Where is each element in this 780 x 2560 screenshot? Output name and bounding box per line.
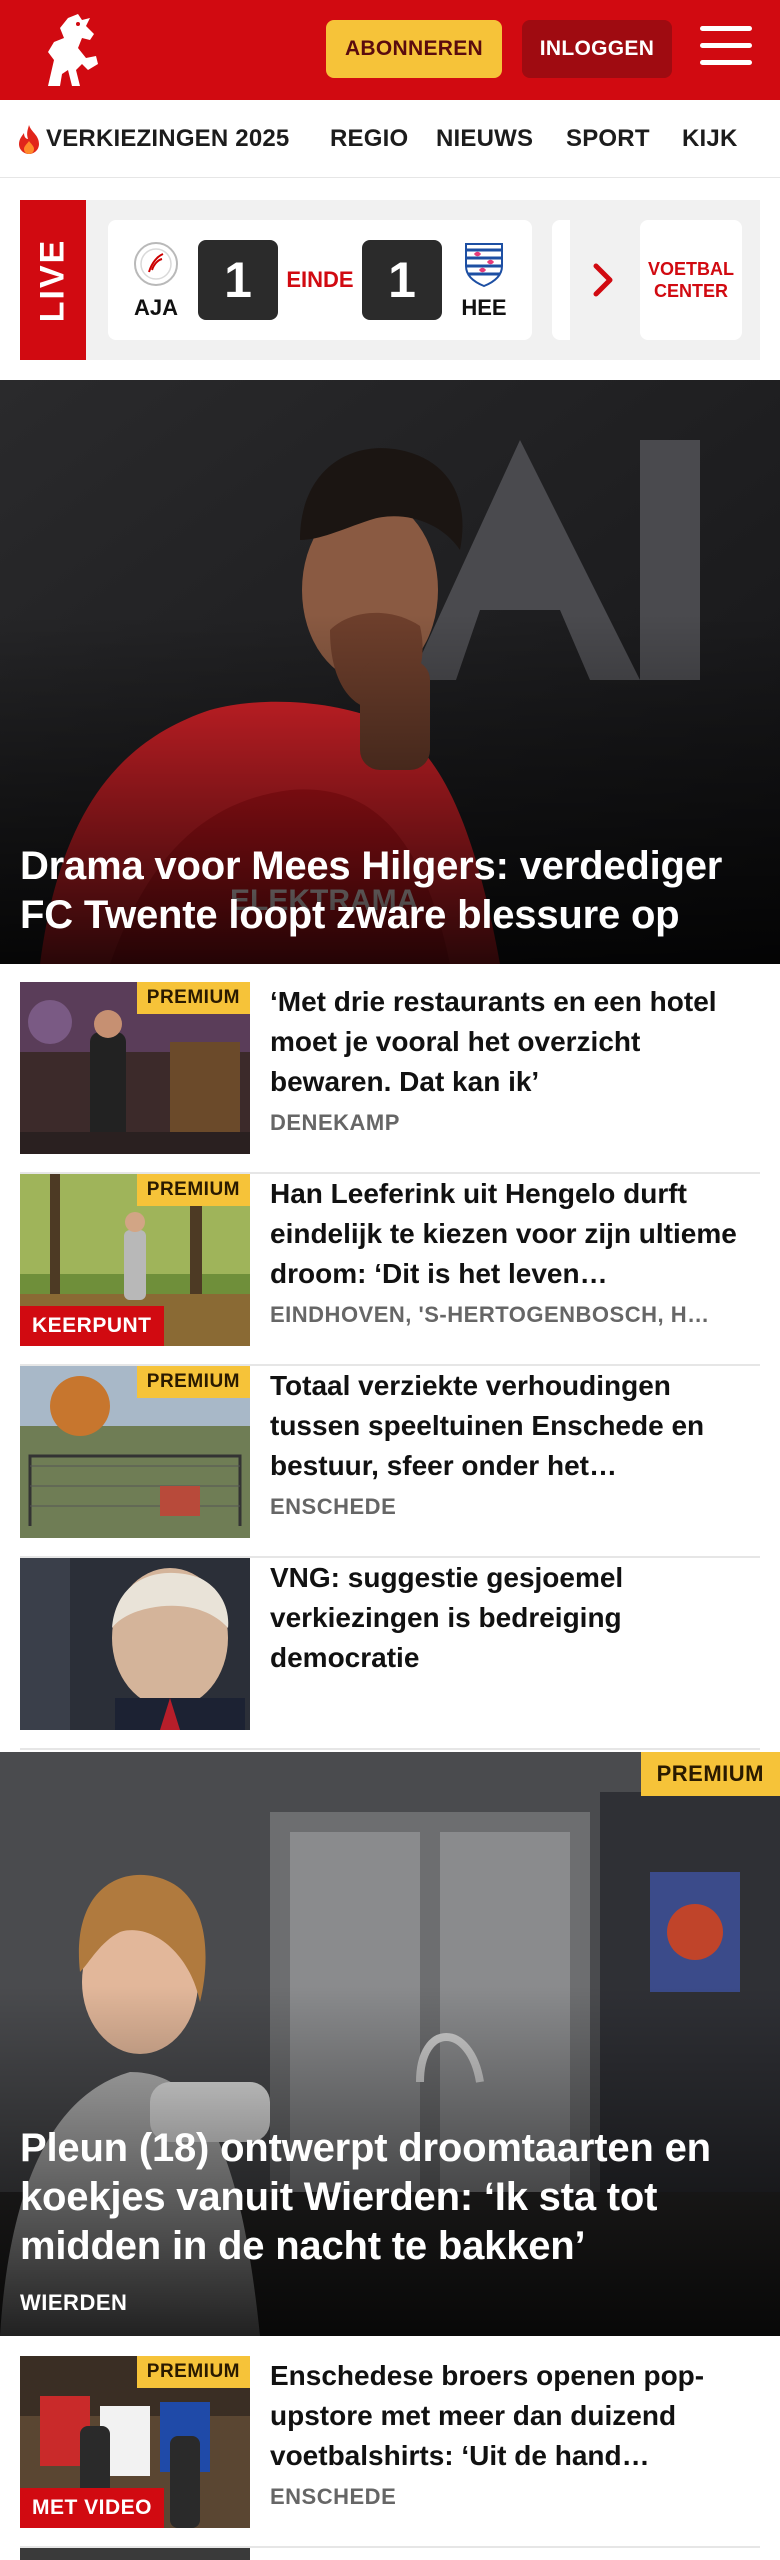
nav-item-label: NIEUWS [436, 125, 534, 152]
nav-item-label: REGIO [330, 125, 409, 152]
keerpunt-badge: KEERPUNT [20, 1306, 164, 1346]
live-tag-label: LIVE [33, 238, 72, 322]
match-status: EINDE [286, 267, 354, 292]
voetbal-center-button[interactable]: VOETBAL CENTER [640, 220, 742, 340]
match-card[interactable]: AJA 1 EINDE 1 HEE [108, 220, 532, 340]
premium-badge: PREMIUM [136, 982, 250, 1014]
article-thumbnail [20, 1558, 250, 1730]
premium-badge: PREMIUM [136, 1366, 250, 1398]
hero-title: Drama voor Mees Hilgers: verdediger FC T… [20, 844, 723, 937]
article-title: ‘Met drie restaurants en een hotel moet … [270, 986, 717, 1097]
next-match-card-peek[interactable] [552, 220, 570, 340]
list-item[interactable]: PREMIUM MET VIDEO Enschedese broers open… [20, 2356, 760, 2548]
section-nav: VERKIEZINGEN 2025 REGIO NIEUWS SPORT KIJ… [0, 100, 780, 178]
live-tag: LIVE [20, 200, 86, 360]
nav-item-label: KIJK [682, 125, 738, 152]
subscribe-button[interactable]: ABONNEREN [326, 20, 502, 78]
list-item[interactable]: PREMIUM ‘Met drie restaurants en een hot… [20, 982, 760, 1174]
article-title: Totaal verziekte verhoudingen tussen spe… [270, 1370, 705, 1481]
home-club-code: AJA [133, 295, 178, 320]
article-location: ENSCHEDE [270, 2484, 397, 2509]
nav-item-verkiezingen[interactable]: VERKIEZINGEN 2025 [16, 100, 290, 177]
home-score: 1 [198, 240, 278, 320]
list-item[interactable]: PREMIUM KEERPUNT Han Leeferink uit Henge… [20, 1174, 760, 1366]
premium-badge: PREMIUM [136, 1174, 250, 1206]
article-title: VNG: suggestie gesjoemel verkiezingen is… [270, 1562, 624, 1673]
article-title: Enschedese broers openen pop-upstore met… [270, 2360, 705, 2471]
nav-item-nieuws[interactable]: NIEUWS [436, 100, 534, 177]
home-club: AJA [128, 240, 184, 321]
tubantia-horse-logo-icon[interactable] [34, 8, 106, 92]
nav-item-sport[interactable]: SPORT [566, 100, 650, 177]
away-club-code: HEE [461, 295, 507, 320]
article-thumbnail: PREMIUM KEERPUNT [20, 1174, 250, 1346]
list-item[interactable]: VNG: suggestie gesjoemel verkiezingen is… [20, 1558, 760, 1750]
feature-article[interactable]: PREMIUM Pleun (18) ontwerpt droomtaarten… [0, 1752, 780, 2336]
live-score-ticker: LIVE AJA 1 EINDE 1 HEE VOETBAL CENTER [20, 200, 760, 360]
nav-item-label: VERKIEZINGEN 2025 [46, 125, 290, 152]
article-location: DENEKAMP [270, 1110, 400, 1135]
top-header: ABONNEREN INLOGGEN [0, 0, 780, 100]
flame-icon [19, 125, 39, 154]
hamburger-menu-icon[interactable] [700, 26, 752, 72]
heerenveen-crest-icon [465, 243, 503, 288]
premium-badge: PREMIUM [640, 1752, 780, 1796]
video-badge: MET VIDEO [20, 2488, 165, 2528]
list-item[interactable]: PREMIUM Totaal verziekte verhoudingen tu… [20, 1366, 760, 1558]
away-club: HEE [456, 240, 512, 321]
nav-item-label: SPORT [566, 125, 650, 152]
chevron-right-icon[interactable] [588, 260, 618, 300]
article-thumbnail: PREMIUM [20, 1366, 250, 1538]
feature-location: WIERDEN [20, 2290, 128, 2315]
login-button[interactable]: INLOGGEN [522, 20, 672, 78]
hero-article[interactable]: ELEKTRAMA Drama voor Mees Hilgers: verde… [0, 380, 780, 964]
nav-item-regio[interactable]: REGIO [330, 100, 409, 177]
article-location: ENSCHEDE [270, 1494, 397, 1519]
nav-item-kijk[interactable]: KIJK [682, 100, 738, 177]
article-thumbnail: PREMIUM MET VIDEO [20, 2356, 250, 2528]
next-article-thumbnail-peek [20, 2548, 250, 2560]
away-score: 1 [362, 240, 442, 320]
article-thumbnail: PREMIUM [20, 982, 250, 1154]
article-title: Han Leeferink uit Hengelo durft eindelij… [270, 1178, 737, 1289]
feature-title: Pleun (18) ontwerpt droomtaarten en koek… [20, 2126, 711, 2268]
article-location: EINDHOVEN, 'S-HERTOGENBOSCH, H… [270, 1302, 710, 1327]
ajax-crest-icon [134, 242, 178, 286]
premium-badge: PREMIUM [136, 2356, 250, 2388]
